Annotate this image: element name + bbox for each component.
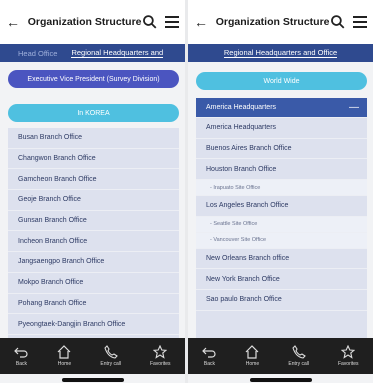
home-indicator[interactable] [62, 378, 124, 382]
list-item[interactable]: Buenos Aires Branch Office [196, 139, 367, 160]
tab-bar: Head Office Regional Headquarters and [0, 44, 185, 62]
nav-entry-call[interactable]: Entry call [288, 345, 309, 367]
top-bar: ← Organization Structure [188, 0, 373, 44]
right-screen: ← Organization Structure Regional Headqu… [188, 0, 373, 383]
back-icon [14, 347, 29, 358]
nav-back[interactable]: Back [202, 345, 217, 367]
nav-label: Back [203, 361, 216, 367]
tab-bar: Regional Headquarters and Office [188, 44, 373, 62]
sub-list-item[interactable]: - Seattle Site Office [196, 216, 367, 233]
nav-back[interactable]: Back [14, 345, 29, 367]
top-bar: ← Organization Structure [0, 0, 185, 44]
sub-list-item[interactable]: - Vancouver Site Office [196, 232, 367, 249]
star-icon [153, 345, 168, 359]
home-indicator[interactable] [250, 378, 312, 382]
menu-icon[interactable] [165, 16, 179, 28]
search-icon[interactable] [330, 14, 346, 30]
home-icon [246, 345, 259, 359]
nav-entry-call[interactable]: Entry call [100, 345, 121, 367]
home-icon [58, 345, 71, 359]
group-header[interactable]: America Headquarters — [196, 98, 367, 118]
menu-icon[interactable] [353, 16, 367, 28]
list-item[interactable]: Pohang Branch Office [8, 294, 179, 315]
world-wide-button[interactable]: World Wide [196, 72, 367, 90]
nav-label: Favorites [149, 361, 171, 367]
list-item[interactable]: New Orleans Branch office [196, 249, 367, 270]
nav-label: Entry call [100, 361, 121, 367]
nav-label: Favorites [337, 361, 359, 367]
nav-favorites[interactable]: Favorites [338, 345, 359, 367]
list-item[interactable]: Gunsan Branch Office [8, 211, 179, 232]
branch-list: America Headquarters — America Headquart… [196, 98, 367, 338]
list-item[interactable]: Busan Branch Office [8, 128, 179, 149]
collapse-icon[interactable]: — [349, 102, 359, 113]
bottom-nav: Back Home Entry call Favorites [0, 338, 185, 374]
executive-vp-button[interactable]: Executive Vice President (Survey Divisio… [8, 70, 179, 88]
tab-head-office[interactable]: Head Office [18, 49, 57, 58]
tab-regional-headquarters[interactable]: Regional Headquarters and [71, 48, 164, 58]
nav-home[interactable]: Home [245, 345, 259, 367]
list-item[interactable]: Gamcheon Branch Office [8, 169, 179, 191]
star-icon [341, 345, 356, 359]
nav-label: Home [245, 361, 260, 367]
nav-label: Back [15, 361, 28, 367]
list-item[interactable]: Pyeongtaek-Dangjin Branch Office [8, 314, 179, 335]
list-item[interactable]: Houston Branch Office [196, 159, 367, 181]
phone-icon [104, 345, 118, 359]
list-item[interactable]: America Headquarters [196, 118, 367, 139]
back-arrow-icon[interactable]: ← [194, 14, 210, 30]
list-item[interactable]: Los Angeles Branch Office [196, 196, 367, 217]
page-title: Organization Structure [215, 16, 330, 28]
nav-label: Entry call [288, 361, 309, 367]
in-korea-button[interactable]: In KOREA [8, 104, 179, 122]
list-item[interactable]: Incheon Branch Office [8, 231, 179, 253]
list-item[interactable]: Geoje Branch Office [8, 190, 179, 211]
back-arrow-icon[interactable]: ← [6, 14, 22, 30]
group-header-label: America Headquarters [206, 104, 277, 111]
list-item[interactable]: Jangsaengpo Branch Office [8, 252, 179, 273]
sub-list-item[interactable]: - Irapuato Site Office [196, 180, 367, 197]
bottom-nav: Back Home Entry call Favorites [188, 338, 373, 374]
list-item[interactable]: Changwon Branch Office [8, 149, 179, 170]
left-screen: ← Organization Structure Head Office Reg… [0, 0, 185, 383]
search-icon[interactable] [142, 14, 158, 30]
back-icon [202, 347, 217, 358]
phone-icon [292, 345, 306, 359]
tab-regional-headquarters[interactable]: Regional Headquarters and Office [223, 48, 338, 58]
nav-home[interactable]: Home [57, 345, 71, 367]
page-title: Organization Structure [27, 16, 142, 28]
list-item[interactable]: Sao paulo Branch Office [196, 290, 367, 311]
nav-favorites[interactable]: Favorites [150, 345, 171, 367]
branch-list: Busan Branch Office Changwon Branch Offi… [8, 128, 179, 338]
nav-label: Home [57, 361, 72, 367]
list-item[interactable]: Mokpo Branch Office [8, 273, 179, 294]
list-item[interactable]: New York Branch Office [196, 269, 367, 291]
